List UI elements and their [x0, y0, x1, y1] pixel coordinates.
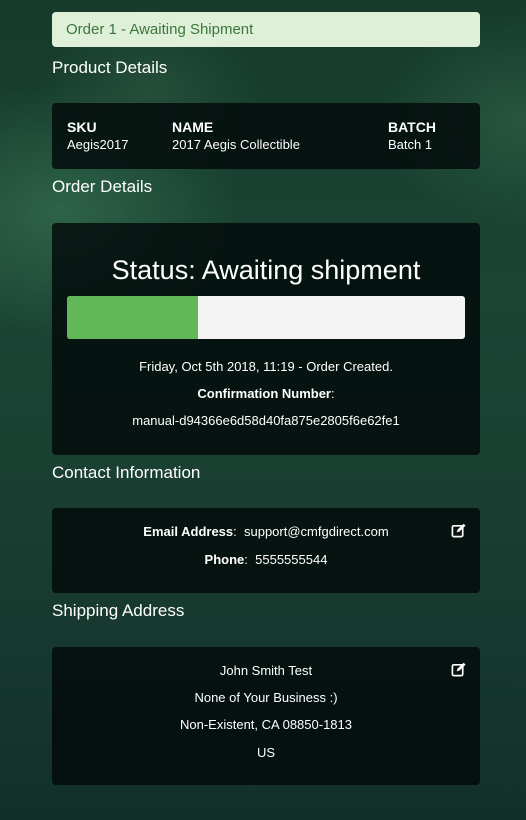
edit-icon[interactable]	[451, 662, 466, 677]
product-details-heading: Product Details	[52, 58, 168, 77]
order-progress-fill	[67, 296, 199, 339]
shipping-name: John Smith Test	[219, 663, 313, 678]
name-value: 2017 Aegis Collectible	[172, 137, 300, 152]
confirmation-label-line: Confirmation Number:	[197, 386, 335, 401]
edit-icon[interactable]	[451, 523, 466, 538]
phone-line: Phone: 5555555544	[204, 552, 328, 567]
product-details-panel: SKU NAME BATCH Aegis2017 2017 Aegis Coll…	[52, 103, 480, 169]
email-label: Email Address	[143, 524, 234, 539]
order-status-title: Status: Awaiting shipment	[111, 255, 421, 285]
email-line: Email Address: support@cmfgdirect.com	[143, 524, 389, 539]
order-created-line: Friday, Oct 5th 2018, 11:19 - Order Crea…	[139, 359, 393, 374]
email-value: support@cmfgdirect.com	[243, 524, 389, 539]
batch-value: Batch 1	[388, 137, 433, 152]
shipping-line1: None of Your Business :)	[194, 690, 338, 705]
batch-header: BATCH	[388, 119, 436, 135]
confirmation-label: Confirmation Number	[197, 386, 331, 401]
order-details-heading: Order Details	[52, 177, 153, 196]
name-header: NAME	[172, 119, 214, 135]
phone-value: 5555555544	[255, 552, 328, 567]
shipping-country: US	[256, 745, 276, 760]
shipping-city-line: Non-Existent, CA 08850-1813	[180, 717, 352, 732]
confirmation-number: manual-d94366e6d58d40fa875e2805f6e62fe1	[132, 413, 400, 428]
sku-value: Aegis2017	[67, 137, 129, 152]
sku-header: SKU	[67, 119, 97, 135]
order-details-panel: Status: Awaiting shipment Friday, Oct 5t…	[52, 223, 480, 455]
shipping-address-panel: John Smith Test None of Your Business :)…	[52, 647, 480, 785]
shipping-address-heading: Shipping Address	[52, 601, 185, 620]
contact-information-panel: Email Address: support@cmfgdirect.com Ph…	[52, 508, 480, 593]
order-status-alert: Order 1 - Awaiting Shipment	[52, 12, 480, 47]
phone-label: Phone	[204, 552, 245, 567]
contact-information-heading: Contact Information	[52, 463, 201, 482]
order-progress-bar	[67, 296, 465, 339]
